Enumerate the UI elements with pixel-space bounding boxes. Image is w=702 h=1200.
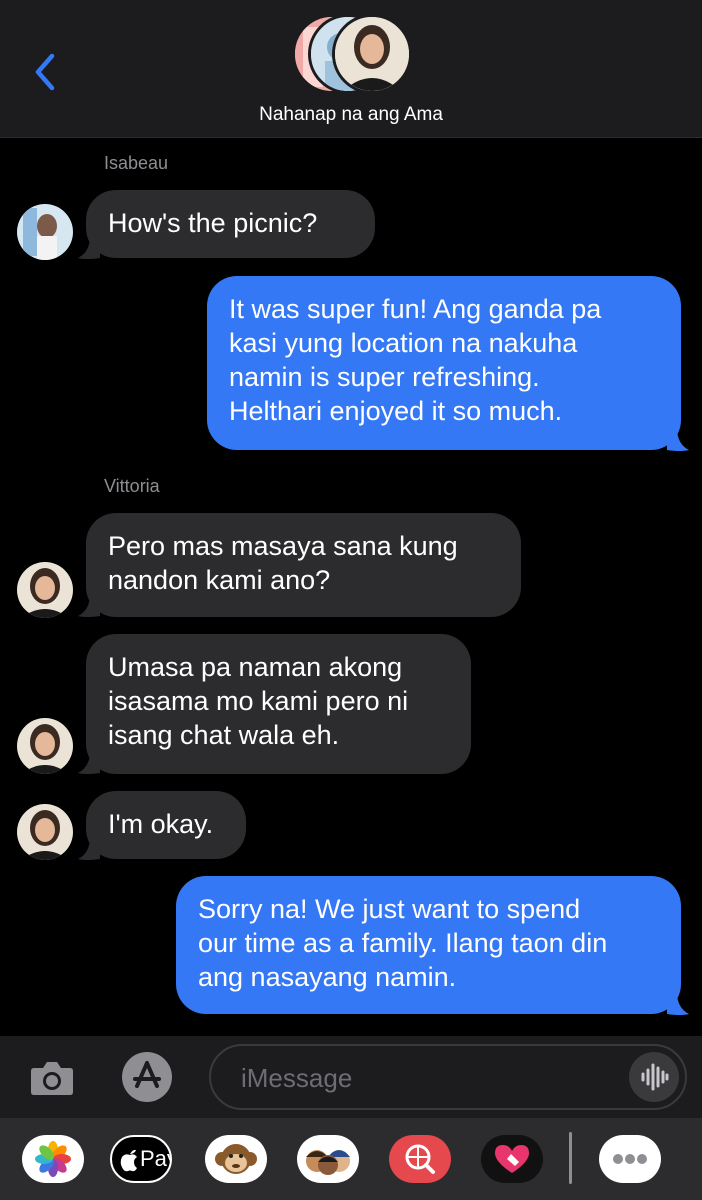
monkey-icon <box>215 1144 257 1174</box>
apple-logo-icon <box>120 1149 137 1172</box>
member-avatar <box>332 14 412 94</box>
bubble-tail <box>667 992 689 1015</box>
sender-avatar[interactable] <box>17 804 73 860</box>
bubble-tail <box>78 236 100 259</box>
message-bubble[interactable]: How's the picnic? <box>86 190 375 258</box>
app-drawer: Pay <box>0 1118 702 1200</box>
message-bubble[interactable]: It was super fun! Ang ganda pa kasi yung… <box>207 276 681 450</box>
photos-app-button[interactable] <box>22 1135 84 1183</box>
more-apps-button[interactable] <box>599 1135 661 1183</box>
heart-touch-icon <box>495 1145 529 1173</box>
message-bubble[interactable]: Sorry na! We just want to spend our time… <box>176 876 681 1014</box>
photos-icon <box>35 1141 71 1177</box>
sender-name: Isabeau <box>104 153 169 173</box>
camera-button[interactable] <box>28 1056 76 1100</box>
animoji-button[interactable] <box>205 1135 267 1183</box>
audio-message-button[interactable] <box>629 1052 679 1102</box>
messages-screen: Nahanap na ang Ama Isabeau How's the pic… <box>0 0 702 1200</box>
message-bubble[interactable]: I'm okay. <box>86 791 246 859</box>
apple-pay-button[interactable]: Pay <box>110 1135 172 1183</box>
back-button[interactable] <box>28 50 64 94</box>
group-title[interactable]: Nahanap na ang Ama <box>0 104 702 126</box>
camera-icon <box>31 1062 73 1095</box>
message-bubble[interactable]: Umasa pa naman akong isasama mo kami per… <box>86 634 471 774</box>
conversation-header: Nahanap na ang Ama <box>0 0 702 138</box>
bubble-tail <box>78 594 100 617</box>
memoji-icon <box>306 1150 350 1175</box>
digital-touch-button[interactable] <box>481 1135 543 1183</box>
app-store-button[interactable] <box>118 1050 176 1104</box>
memoji-stickers-button[interactable] <box>297 1135 359 1183</box>
sender-avatar[interactable] <box>17 718 73 774</box>
sender-avatar[interactable] <box>17 204 73 260</box>
bubble-tail <box>667 428 689 451</box>
message-input-placeholder: iMessage <box>241 1063 353 1093</box>
web-images-button[interactable] <box>389 1135 451 1183</box>
app-strip-divider <box>569 1132 572 1184</box>
compose-bar: iMessage <box>0 1036 702 1118</box>
bubble-tail <box>78 751 100 774</box>
sender-avatar[interactable] <box>17 562 73 618</box>
bubble-tail <box>78 837 100 860</box>
waveform-icon <box>641 1063 669 1091</box>
sender-name: Vittoria <box>104 476 160 496</box>
globe-search-icon <box>405 1144 435 1174</box>
apple-pay-label: Pay <box>140 1146 170 1171</box>
chevron-left-icon <box>35 53 55 91</box>
message-input[interactable]: iMessage <box>209 1044 687 1110</box>
app-store-icon <box>122 1052 172 1102</box>
group-avatar[interactable] <box>292 12 412 94</box>
message-bubble[interactable]: Pero mas masaya sana kung nandon kami an… <box>86 513 521 617</box>
ellipsis-icon <box>613 1154 647 1164</box>
